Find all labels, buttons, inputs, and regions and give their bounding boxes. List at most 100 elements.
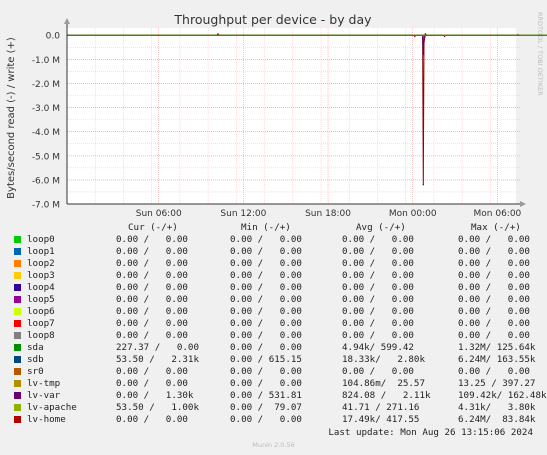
legend-cur: 0.00 / 1.30k	[116, 390, 194, 401]
legend-max: 0.00 / 0.00	[458, 366, 530, 377]
legend-cur: 0.00 / 0.00	[116, 330, 188, 341]
legend-max: 4.31k/ 3.80k	[458, 402, 536, 413]
legend-avg: 0.00 / 0.00	[342, 270, 414, 281]
legend-min: 0.00 / 0.00	[230, 414, 302, 425]
legend-swatch	[14, 260, 21, 267]
legend-min: 0.00 / 0.00	[230, 270, 302, 281]
legend-max: 0.00 / 0.00	[458, 306, 530, 317]
legend-cur: 0.00 / 0.00	[116, 414, 188, 425]
legend-max: 13.25 / 397.27	[458, 378, 536, 389]
x-tick-label: Mon 06:00	[474, 209, 522, 219]
header-max: Max (-/+)	[471, 222, 521, 233]
legend-avg: 17.49k/ 417.55	[342, 414, 420, 425]
legend-avg: 104.86m/ 25.57	[342, 378, 425, 389]
legend-swatch	[14, 368, 21, 375]
legend-min: 0.00 / 531.81	[230, 390, 302, 401]
legend-swatch	[14, 404, 21, 411]
legend-cur: 53.50 / 2.31k	[116, 354, 199, 365]
legend-name: loop3	[27, 270, 55, 281]
legend-swatch	[14, 356, 21, 363]
legend-row: lv-var 0.00 / 1.30k 0.00 / 531.81 824.08 / …	[14, 390, 547, 402]
x-axis-arrow	[520, 201, 526, 207]
legend-cur: 0.00 / 0.00	[116, 246, 188, 257]
legend-max: 0.00 / 0.00	[458, 258, 530, 269]
data-point	[414, 35, 416, 38]
legend-cur: 0.00 / 0.00	[116, 270, 188, 281]
legend-row: loop2 0.00 / 0.00 0.00 / 0.00 0.00 / 0.00 0.…	[14, 258, 534, 270]
legend-name: lv-home	[27, 414, 66, 425]
legend-swatch	[14, 332, 21, 339]
legend-name: loop0	[27, 234, 55, 245]
legend-swatch	[14, 380, 21, 387]
legend-swatch	[14, 320, 21, 327]
legend-row: lv-home 0.00 / 0.00 0.00 / 0.00 17.49k/ 417…	[14, 414, 536, 426]
y-tick-label: 0.0	[46, 32, 61, 42]
legend-name: loop8	[27, 330, 55, 341]
legend-min: 0.00 / 0.00	[230, 234, 302, 245]
legend-avg: 18.33k/ 2.80k	[342, 354, 425, 365]
legend-cur: 0.00 / 0.00	[116, 234, 188, 245]
legend-name: loop1	[27, 246, 55, 257]
legend-row: loop7 0.00 / 0.00 0.00 / 0.00 0.00 / 0.00 0.…	[14, 318, 534, 330]
legend-max: 0.00 / 0.00	[458, 282, 530, 293]
legend-min: 0.00 / 0.00	[230, 306, 302, 317]
legend-name: sdb	[27, 354, 44, 365]
legend-name: loop2	[27, 258, 55, 269]
legend-name: lv-var	[27, 390, 61, 401]
legend-max: 109.42k/ 162.48k	[458, 390, 547, 401]
legend-min: 0.00 / 0.00	[230, 378, 302, 389]
y-tick-label: -6.0 M	[32, 176, 60, 186]
legend-min: 0.00 / 79.07	[230, 402, 302, 413]
legend-row: loop4 0.00 / 0.00 0.00 / 0.00 0.00 / 0.00 0.…	[14, 282, 534, 294]
y-axis-ticks: 0.0 -1.0 M -2.0 M -3.0 M -4.0 M -5.0 M -6.0 M -…	[32, 32, 60, 211]
legend-cur: 0.00 / 0.00	[116, 366, 188, 377]
legend-name: lv-tmp	[27, 378, 61, 389]
legend-max: 1.32M/ 125.64k	[458, 342, 536, 353]
legend-avg: 4.94k/ 599.42	[342, 342, 414, 353]
legend-cur: 53.50 / 1.00k	[116, 402, 199, 413]
legend-row: loop6 0.00 / 0.00 0.00 / 0.00 0.00 / 0.00 0.…	[14, 306, 534, 318]
legend-avg: 0.00 / 0.00	[342, 234, 414, 245]
legend-avg: 0.00 / 0.00	[342, 366, 414, 377]
legend-cur: 0.00 / 0.00	[116, 306, 188, 317]
legend-swatch	[14, 248, 21, 255]
legend-cur: 0.00 / 0.00	[116, 282, 188, 293]
legend-swatch	[14, 344, 21, 351]
legend-row: sdb 53.50 / 2.31k 0.00 / 615.15 18.33k/ 2.8…	[14, 354, 536, 366]
header-cur: Cur (-/+)	[128, 222, 178, 233]
x-tick-label: Sun 06:00	[136, 209, 182, 219]
x-tick-label: Sun 12:00	[220, 209, 266, 219]
x-axis-ticks: Sun 06:00 Sun 12:00 Sun 18:00 Mon 00:00 Mon …	[136, 209, 522, 219]
legend-avg: 0.00 / 0.00	[342, 306, 414, 317]
legend-min: 0.00 / 0.00	[230, 294, 302, 305]
legend-cur: 0.00 / 0.00	[116, 294, 188, 305]
legend-avg: 0.00 / 0.00	[342, 282, 414, 293]
legend-cur: 0.00 / 0.00	[116, 318, 188, 329]
data-point	[443, 35, 446, 38]
plot-area	[67, 28, 516, 204]
legend-swatch	[14, 284, 21, 291]
legend-header: Cur (-/+) Min (-/+) Avg (-/+) Max (-/+)	[0, 222, 547, 234]
legend-max: 6.24M/ 163.55k	[458, 354, 536, 365]
legend-min: 0.00 / 0.00	[230, 366, 302, 377]
x-tick-label: Mon 00:00	[389, 209, 437, 219]
legend-min: 0.00 / 615.15	[230, 354, 302, 365]
legend-max: 0.00 / 0.00	[458, 234, 530, 245]
legend-name: loop4	[27, 282, 55, 293]
legend-min: 0.00 / 0.00	[230, 330, 302, 341]
x-tick-label: Sun 18:00	[305, 209, 351, 219]
legend-cur: 0.00 / 0.00	[116, 378, 188, 389]
y-tick-label: -1.0 M	[32, 56, 60, 66]
y-tick-label: -5.0 M	[32, 152, 60, 162]
data-point	[422, 53, 424, 56]
y-tick-label: -7.0 M	[32, 201, 60, 211]
legend-row: loop5 0.00 / 0.00 0.00 / 0.00 0.00 / 0.00 0.…	[14, 294, 534, 306]
legend-row: loop0 0.00 / 0.00 0.00 / 0.00 0.00 / 0.00 0.…	[14, 234, 534, 246]
legend-swatch	[14, 236, 21, 243]
legend-row: loop3 0.00 / 0.00 0.00 / 0.00 0.00 / 0.00 0.…	[14, 270, 534, 282]
legend-row: loop8 0.00 / 0.00 0.00 / 0.00 0.00 / 0.00 0.…	[14, 330, 534, 342]
legend-max: 0.00 / 0.00	[458, 246, 530, 257]
legend-min: 0.00 / 0.00	[230, 318, 302, 329]
legend-max: 6.24M/ 83.84k	[458, 414, 536, 425]
chart-title: Throughput per device - by day	[173, 12, 372, 27]
